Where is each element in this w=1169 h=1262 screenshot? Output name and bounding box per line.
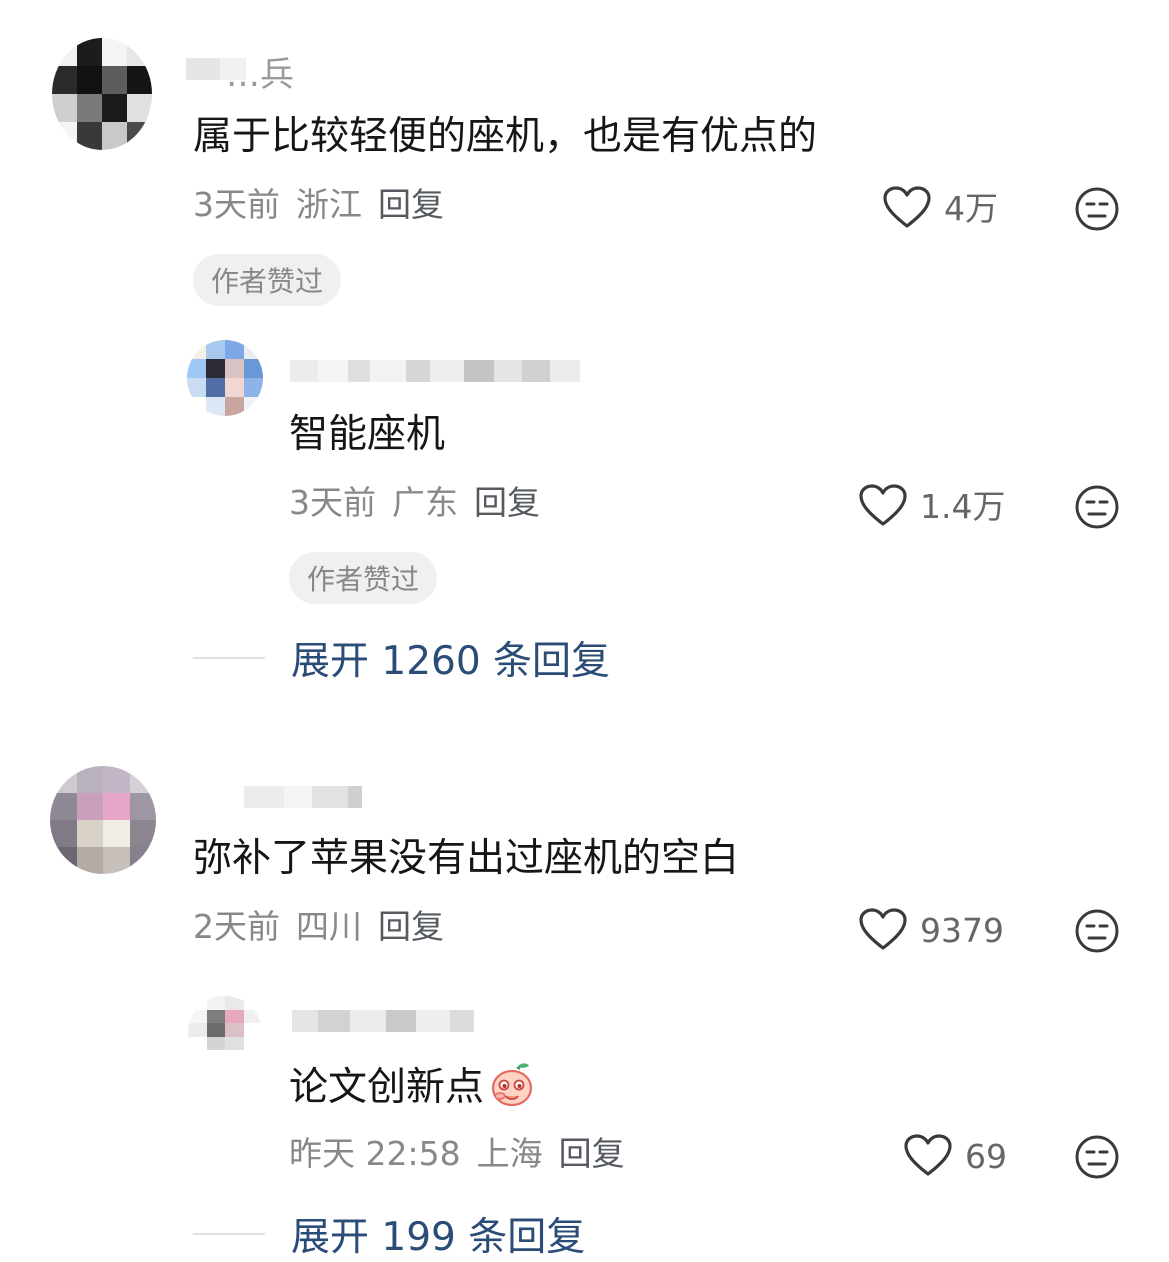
neutral-face-icon[interactable] <box>1074 186 1120 232</box>
reply-text: 论文创新点 <box>289 1060 536 1112</box>
heart-outline-icon <box>859 484 907 526</box>
reply-location: 广东 <box>392 483 458 522</box>
author-liked-badge: 作者赞过 <box>289 552 438 604</box>
comment-location: 浙江 <box>296 185 362 224</box>
reply-time: 昨天 22:58 <box>289 1134 461 1173</box>
comment-text: 属于比较轻便的座机，也是有优点的 <box>193 114 818 159</box>
like-count: 1.4万 <box>920 486 1006 526</box>
like-count: 69 <box>965 1136 1007 1176</box>
username-blurred[interactable] <box>244 786 362 808</box>
expand-replies-button[interactable]: 展开 1260 条回复 <box>193 630 610 686</box>
comment-meta: 3天前 浙江 回复 <box>193 188 444 221</box>
author-liked-badge: 作者赞过 <box>193 254 342 306</box>
avatar[interactable] <box>52 38 152 150</box>
peach-sticker-icon <box>491 1063 533 1107</box>
reply-text: 智能座机 <box>289 412 446 457</box>
comment-time: 2天前 <box>193 907 280 946</box>
reply-button[interactable]: 回复 <box>559 1137 625 1170</box>
expand-replies-button[interactable]: 展开 199 条回复 <box>193 1206 585 1262</box>
username-blurred[interactable] <box>290 360 580 382</box>
heart-outline-icon <box>904 1134 952 1176</box>
reply-text-content: 论文创新点 <box>289 1065 485 1110</box>
reply-meta: 昨天 22:58 上海 回复 <box>289 1137 625 1170</box>
divider-line <box>193 1233 265 1235</box>
like-button[interactable]: 69 <box>903 1134 1007 1178</box>
comment-time: 3天前 <box>193 185 280 224</box>
like-button[interactable]: 9379 <box>858 908 1004 952</box>
avatar[interactable] <box>187 340 263 416</box>
like-button[interactable]: 4万 <box>882 186 998 230</box>
neutral-face-icon[interactable] <box>1074 1134 1120 1180</box>
comment-location: 四川 <box>296 907 362 946</box>
heart-outline-icon <box>859 908 907 950</box>
reply-button[interactable]: 回复 <box>378 910 444 943</box>
expand-replies-label[interactable]: 展开 1260 条回复 <box>291 630 610 686</box>
username[interactable]: …兵 <box>226 58 294 92</box>
like-count: 9379 <box>920 910 1004 950</box>
heart-outline-icon <box>883 186 931 228</box>
reply-location: 上海 <box>476 1134 543 1173</box>
divider-line <box>193 657 265 659</box>
like-count: 4万 <box>944 188 998 228</box>
comment-meta: 2天前 四川 回复 <box>193 910 444 943</box>
neutral-face-icon[interactable] <box>1074 908 1120 954</box>
avatar[interactable] <box>50 766 156 874</box>
neutral-face-icon[interactable] <box>1074 484 1120 530</box>
reply-button[interactable]: 回复 <box>474 486 540 519</box>
username-blurred[interactable] <box>292 1010 474 1032</box>
avatar[interactable] <box>188 996 262 1050</box>
like-button[interactable]: 1.4万 <box>858 484 1005 528</box>
expand-replies-label[interactable]: 展开 199 条回复 <box>291 1206 585 1262</box>
reply-meta: 3天前 广东 回复 <box>289 486 540 519</box>
comment-text: 弥补了苹果没有出过座机的空白 <box>193 836 740 881</box>
reply-time: 3天前 <box>289 483 376 522</box>
reply-button[interactable]: 回复 <box>378 188 444 221</box>
